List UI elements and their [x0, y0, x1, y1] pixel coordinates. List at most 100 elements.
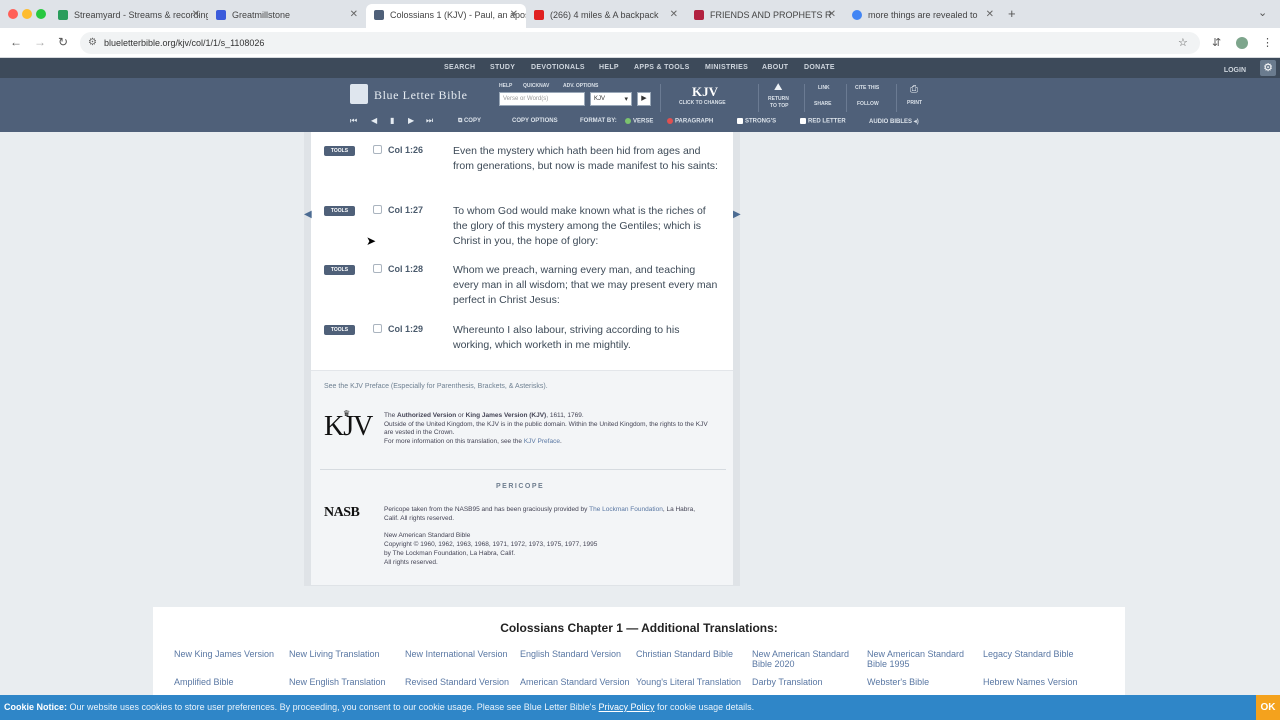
translation-link[interactable]: Revised Standard Version: [405, 677, 515, 687]
translation-link[interactable]: New Living Translation: [289, 649, 399, 659]
translation-link[interactable]: Webster's Bible: [867, 677, 977, 687]
bookmark-star-icon[interactable]: ☆: [1178, 36, 1188, 49]
translation-link[interactable]: Legacy Standard Bible: [983, 649, 1093, 659]
cookie-ok-button[interactable]: OK: [1256, 695, 1280, 720]
profile-avatar-icon[interactable]: [1236, 37, 1248, 49]
site-info-icon[interactable]: ⚙: [88, 37, 97, 48]
nav-donate[interactable]: DONATE: [804, 64, 835, 71]
settings-gear-icon[interactable]: ⚙: [1260, 60, 1276, 76]
blb-logo-text[interactable]: Blue Letter Bible: [374, 88, 468, 103]
first-chapter-icon[interactable]: ⏮: [350, 116, 357, 126]
url-field[interactable]: ⚙ blueletterbible.org/kjv/col/1/1/s_1108…: [80, 32, 1200, 54]
browser-tab-google[interactable]: more things are revealed to ✕: [844, 4, 1002, 28]
audio-bibles-button[interactable]: AUDIO BIBLES ◂): [869, 118, 919, 125]
translation-link[interactable]: Darby Translation: [752, 677, 862, 687]
translation-link[interactable]: New King James Version: [174, 649, 284, 659]
nav-study[interactable]: STUDY: [490, 64, 515, 71]
translation-link[interactable]: New International Version: [405, 649, 515, 659]
close-tab-icon[interactable]: ✕: [192, 9, 200, 20]
close-tab-icon[interactable]: ✕: [986, 9, 994, 20]
close-tab-icon[interactable]: ✕: [828, 9, 836, 20]
translation-link[interactable]: English Standard Version: [520, 649, 630, 659]
browser-tab-streamyard[interactable]: Streamyard - Streams & recordings ✕: [50, 4, 208, 28]
nav-search[interactable]: SEARCH: [444, 64, 475, 71]
return-top-label-2[interactable]: TO TOP: [770, 103, 788, 109]
lockman-foundation-link[interactable]: The Lockman Foundation: [393, 550, 467, 557]
version-select[interactable]: KJV: [590, 92, 632, 106]
copy-button[interactable]: ⧉ COPY: [458, 118, 481, 125]
close-tab-icon[interactable]: ✕: [670, 9, 678, 20]
copy-verse-icon[interactable]: [373, 145, 382, 154]
print-button[interactable]: PRINT: [907, 100, 922, 106]
tab-list-chevron-icon[interactable]: ⌄: [1258, 6, 1267, 19]
verse-tools-button[interactable]: TOOLS: [324, 146, 355, 156]
nav-apps-tools[interactable]: APPS & TOOLS: [634, 64, 690, 71]
browser-tab-friends-prophets[interactable]: FRIENDS AND PROPHETS R ✕: [686, 4, 844, 28]
copy-options-button[interactable]: COPY OPTIONS: [512, 118, 558, 124]
share-button[interactable]: SHARE: [814, 101, 832, 107]
verse-tools-button[interactable]: TOOLS: [324, 265, 355, 275]
adv-options-link[interactable]: ADV. OPTIONS: [563, 83, 598, 89]
format-paragraph-radio[interactable]: PARAGRAPH: [667, 118, 713, 125]
close-tab-icon[interactable]: ✕: [510, 9, 518, 20]
translation-link[interactable]: New English Translation: [289, 677, 399, 687]
maximize-window-icon[interactable]: [36, 9, 46, 19]
blb-logo-icon[interactable]: [350, 84, 368, 104]
copy-verse-icon[interactable]: [373, 205, 382, 214]
close-window-icon[interactable]: [8, 9, 18, 19]
return-top-label[interactable]: RETURN: [768, 96, 789, 102]
verse-tools-button[interactable]: TOOLS: [324, 206, 355, 216]
browser-tab-greatmillstone[interactable]: Greatmillstone ✕: [208, 4, 366, 28]
browser-tab-youtube[interactable]: (266) 4 miles & A backpack ✕: [526, 4, 686, 28]
verse-reference-link[interactable]: Col 1:29: [388, 324, 423, 334]
kjv-preface-link[interactable]: KJV Preface: [524, 438, 560, 445]
translation-link[interactable]: Christian Standard Bible: [636, 649, 746, 659]
chapter-list-icon[interactable]: ▮: [390, 116, 394, 125]
browser-menu-icon[interactable]: ⋮: [1262, 36, 1273, 49]
follow-button[interactable]: FOLLOW: [857, 101, 879, 107]
cite-this-button[interactable]: CITE THIS: [855, 85, 879, 91]
new-tab-icon[interactable]: +: [1008, 6, 1016, 21]
translation-link[interactable]: New American Standard Bible 1995: [867, 649, 977, 669]
close-tab-icon[interactable]: ✕: [350, 9, 358, 20]
privacy-policy-link[interactable]: Privacy Policy: [599, 702, 655, 712]
kjv-preface-note-link[interactable]: See the KJV Preface (Especially for Pare…: [324, 383, 548, 390]
cast-icon[interactable]: ⇵: [1212, 36, 1221, 49]
verse-reference-link[interactable]: Col 1:28: [388, 264, 423, 274]
minimize-window-icon[interactable]: [22, 9, 32, 19]
change-version-link[interactable]: CLICK TO CHANGE: [679, 100, 726, 106]
quicknav-link[interactable]: QUICKNAV: [523, 83, 549, 89]
browser-tab-colossians[interactable]: Colossians 1 (KJV) - Paul, an apostle ✕: [366, 4, 526, 28]
nav-devotionals[interactable]: DEVOTIONALS: [531, 64, 585, 71]
translation-link[interactable]: Young's Literal Translation: [636, 677, 746, 687]
next-chapter-icon[interactable]: ▶: [408, 116, 414, 125]
search-go-button[interactable]: ▶: [637, 92, 651, 106]
link-button[interactable]: LINK: [818, 85, 830, 91]
verse-reference-link[interactable]: Col 1:26: [388, 145, 423, 155]
forward-arrow-icon[interactable]: →: [34, 35, 46, 49]
login-link[interactable]: LOGIN: [1224, 67, 1246, 74]
translation-link[interactable]: New American Standard Bible 2020: [752, 649, 862, 669]
copy-verse-icon[interactable]: [373, 324, 382, 333]
verse-search-input[interactable]: Verse or Word(s): [499, 92, 585, 106]
translation-link[interactable]: Hebrew Names Version: [983, 677, 1093, 687]
help-link[interactable]: HELP: [499, 83, 512, 89]
next-page-arrow-icon[interactable]: ▶: [733, 209, 741, 220]
last-chapter-icon[interactable]: ⏭: [426, 116, 433, 126]
lockman-foundation-link[interactable]: The Lockman Foundation: [589, 506, 663, 513]
nav-ministries[interactable]: MINISTRIES: [705, 64, 748, 71]
red-letter-checkbox[interactable]: RED LETTER: [800, 118, 846, 125]
translation-link[interactable]: American Standard Version: [520, 677, 630, 687]
format-verse-radio[interactable]: VERSE: [625, 118, 653, 125]
verse-tools-button[interactable]: TOOLS: [324, 325, 355, 335]
back-arrow-icon[interactable]: ←: [10, 35, 22, 49]
print-icon[interactable]: ⎙: [910, 84, 918, 95]
nav-about[interactable]: ABOUT: [762, 64, 788, 71]
copy-verse-icon[interactable]: [373, 264, 382, 273]
verse-reference-link[interactable]: Col 1:27: [388, 205, 423, 215]
previous-chapter-icon[interactable]: ◀: [371, 116, 377, 125]
nav-help[interactable]: HELP: [599, 64, 619, 71]
return-to-top-icon[interactable]: ⛰: [774, 82, 782, 93]
current-version-label[interactable]: KJV: [692, 84, 718, 100]
strongs-checkbox[interactable]: STRONG'S: [737, 118, 776, 125]
